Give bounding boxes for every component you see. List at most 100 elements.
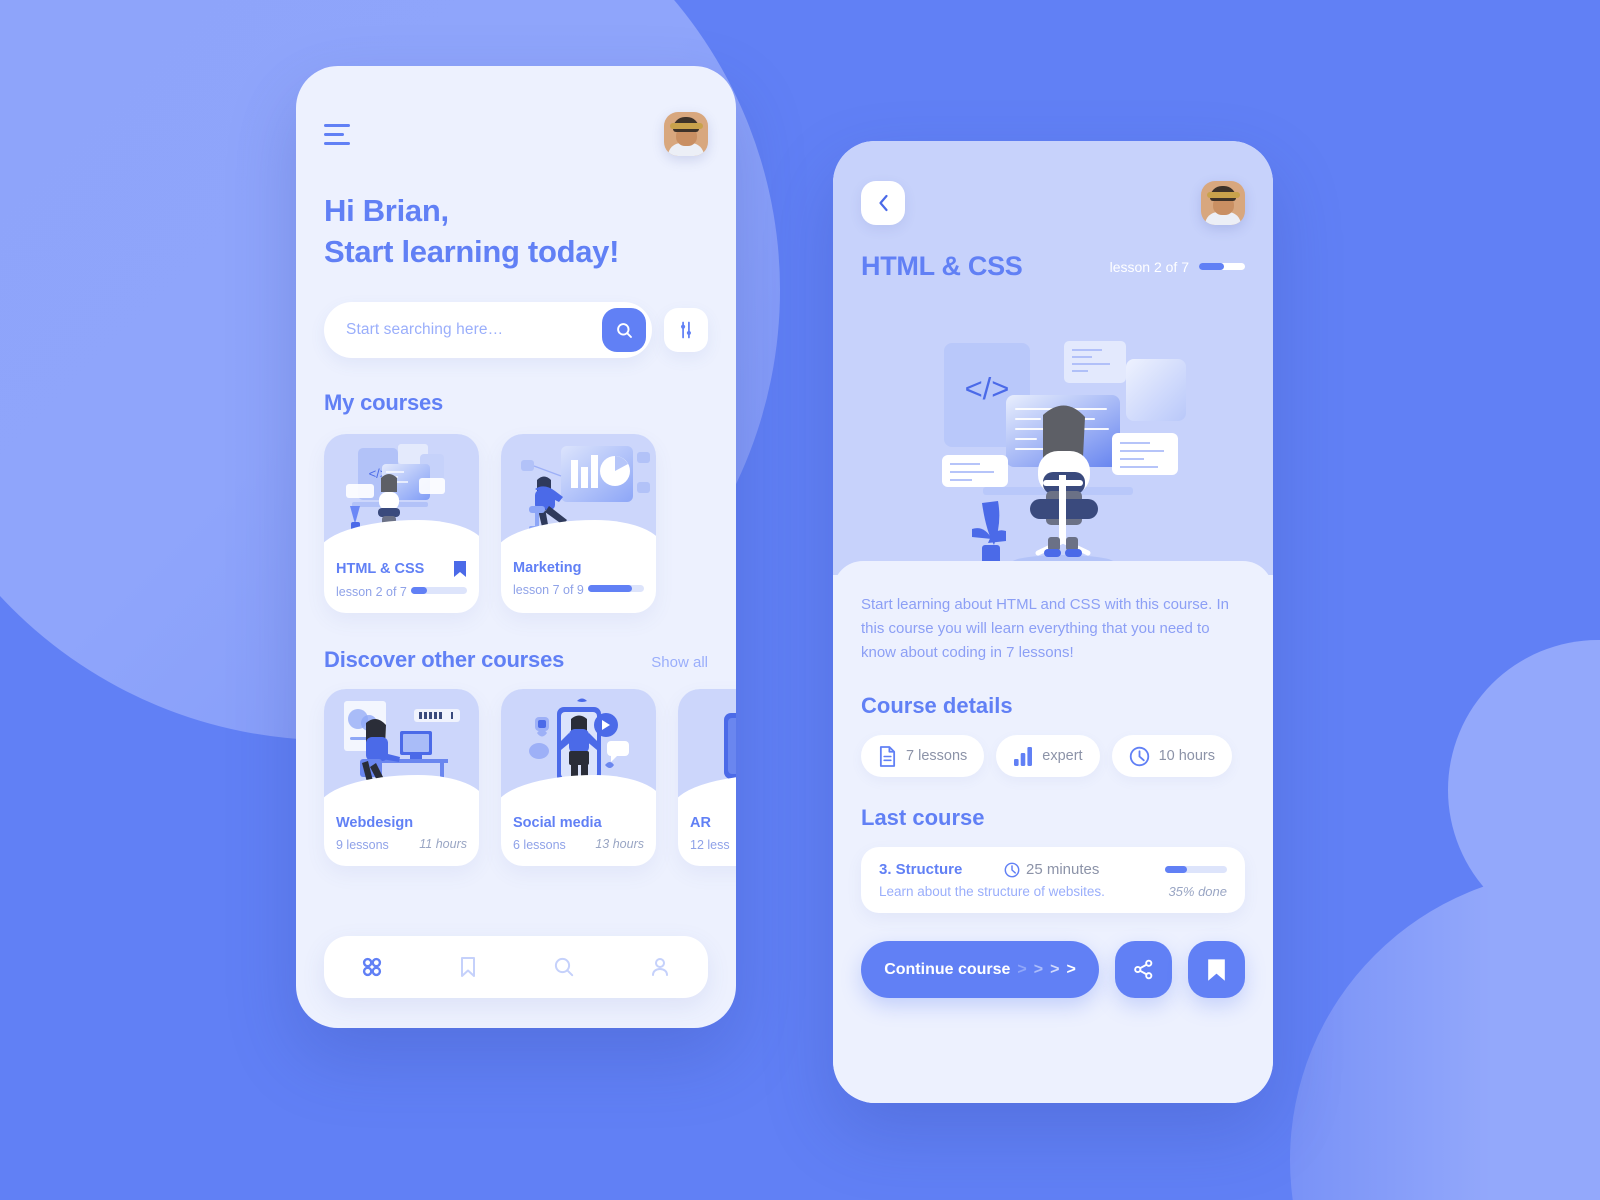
bookmark-icon[interactable] [453,560,467,578]
coding-illustration: </> [324,434,479,552]
coding-illustration: </> [888,323,1218,575]
course-card-webdesign[interactable]: Webdesign 9 lessons 11 hours [324,689,479,866]
back-button[interactable] [861,181,905,225]
course-card-hours: 11 hours [419,836,467,851]
clock-icon [1004,862,1020,877]
page-title: HTML & CSS [861,251,1023,281]
grid-icon [362,957,382,977]
course-card-lessons: 6 lessons [513,838,566,852]
svg-text:</>: </> [965,371,1010,406]
my-courses-title: My courses [324,390,444,415]
chevron-3: > [1050,960,1060,978]
continue-course-label: Continue course [884,960,1011,978]
search-placeholder: Start searching here… [346,321,504,338]
detail-pill-label: 7 lessons [906,748,968,764]
bookmark-button[interactable] [1188,941,1245,998]
last-course-time-label: 25 minutes [1026,861,1100,878]
course-card-lessons: 12 less [690,838,730,852]
course-details-pills: 7 lessons expert 10 hours [861,735,1245,777]
course-card-title: Webdesign [336,815,414,831]
course-card-title: HTML & CSS [336,561,425,577]
continue-course-button[interactable]: Continue course > > > > [861,941,1099,998]
phone-screen-home: Hi Brian, Start learning today! Start se… [296,66,736,1028]
course-card-subtitle: lesson 7 of 9 [513,583,584,597]
app-mockup-canvas: Hi Brian, Start learning today! Start se… [0,0,1600,1200]
discover-title: Discover other courses [324,647,565,672]
chevron-2: > [1033,960,1044,978]
filter-button[interactable] [664,308,708,352]
search-button[interactable] [602,308,646,352]
search-input[interactable]: Start searching here… [324,302,652,358]
course-card-hours: 13 hours [595,836,644,851]
show-all-link[interactable]: Show all [651,654,708,671]
lesson-progress-bar [1199,263,1245,270]
bookmark-icon [461,957,475,977]
phone-illustration [501,689,656,807]
progress-bar [588,585,644,592]
share-button[interactable] [1115,941,1172,998]
avatar[interactable] [1201,181,1245,225]
my-courses-list: </> HTML & CSS lesson 2 of 7 Marketing l… [324,434,708,613]
avatar[interactable] [664,112,708,156]
last-course-done-label: 35% done [1168,884,1227,899]
course-card-title: Marketing [513,560,582,576]
course-card-title: AR [690,815,711,831]
chevron-left-icon [878,194,888,212]
ar-illustration [678,689,736,807]
home-topbar [324,112,708,156]
greeting-line-2: Start learning today! [324,234,620,269]
detail-pill-lessons[interactable]: 7 lessons [861,735,985,777]
chevron-1: > [1017,960,1027,978]
search-icon [554,957,574,977]
detail-pill-level[interactable]: expert [996,735,1100,777]
course-details-title: Course details [861,693,1013,718]
sliders-icon [681,321,691,339]
last-course-time: 25 minutes [1004,861,1165,878]
last-course-description: Learn about the structure of websites. [879,884,1105,899]
tab-bookmarks[interactable] [444,947,492,987]
discover-list: Webdesign 9 lessons 11 hours Social medi… [324,689,736,866]
course-detail-sheet: Start learning about HTML and CSS with t… [833,561,1273,1103]
discover-section: Discover other courses Show all Webdesig… [324,647,736,866]
lesson-label: lesson 2 of 7 [1109,258,1189,275]
greeting-line-1: Hi Brian, [324,193,449,228]
course-card-title: Social media [513,815,602,831]
course-actions: Continue course > > > > [861,941,1245,998]
last-course-name: 3. Structure [879,861,963,878]
chevron-4: > [1066,960,1076,978]
course-card-social-media[interactable]: Social media 6 lessons 13 hours [501,689,656,866]
course-card-ar[interactable]: AR 12 less [678,689,736,866]
tab-search[interactable] [540,947,588,987]
bars-icon [1014,746,1033,766]
detail-pill-duration[interactable]: 10 hours [1111,735,1233,777]
bottom-tabbar [324,936,708,998]
bookmark-icon [1208,958,1225,981]
search-row: Start searching here… [324,302,708,358]
desk-illustration [324,689,479,807]
last-course-title: Last course [861,805,985,830]
background-circle-bottom-right [1290,870,1600,1200]
detail-pill-label: 10 hours [1158,748,1216,764]
my-courses-section: My courses </> HTML & CSS lesson 2 of 7 … [324,390,708,613]
course-card-html-css[interactable]: </> HTML & CSS lesson 2 of 7 [324,434,479,613]
clock-icon [1129,746,1149,766]
profile-icon [652,958,668,976]
course-hero: HTML & CSS lesson 2 of 7 </> [833,141,1273,575]
analytics-illustration [501,434,656,552]
share-icon [1134,959,1153,980]
search-icon [616,322,632,338]
course-card-marketing[interactable]: Marketing lesson 7 of 9 [501,434,656,613]
hamburger-icon[interactable] [324,123,354,145]
detail-pill-label: expert [1042,748,1083,764]
course-card-subtitle: lesson 2 of 7 [336,585,407,599]
phone-screen-course-detail: HTML & CSS lesson 2 of 7 </> Start learn… [833,141,1273,1103]
tab-profile[interactable] [636,947,684,987]
progress-bar [411,587,467,594]
course-card-lessons: 9 lessons [336,838,389,852]
tab-home[interactable] [348,947,396,987]
last-course-card[interactable]: 3. Structure 25 minutes Learn about the … [861,847,1245,913]
last-course-progress-bar [1165,866,1227,873]
greeting-block: Hi Brian, Start learning today! [324,190,708,272]
document-icon [879,745,896,767]
lesson-progress: lesson 2 of 7 [1110,259,1245,275]
